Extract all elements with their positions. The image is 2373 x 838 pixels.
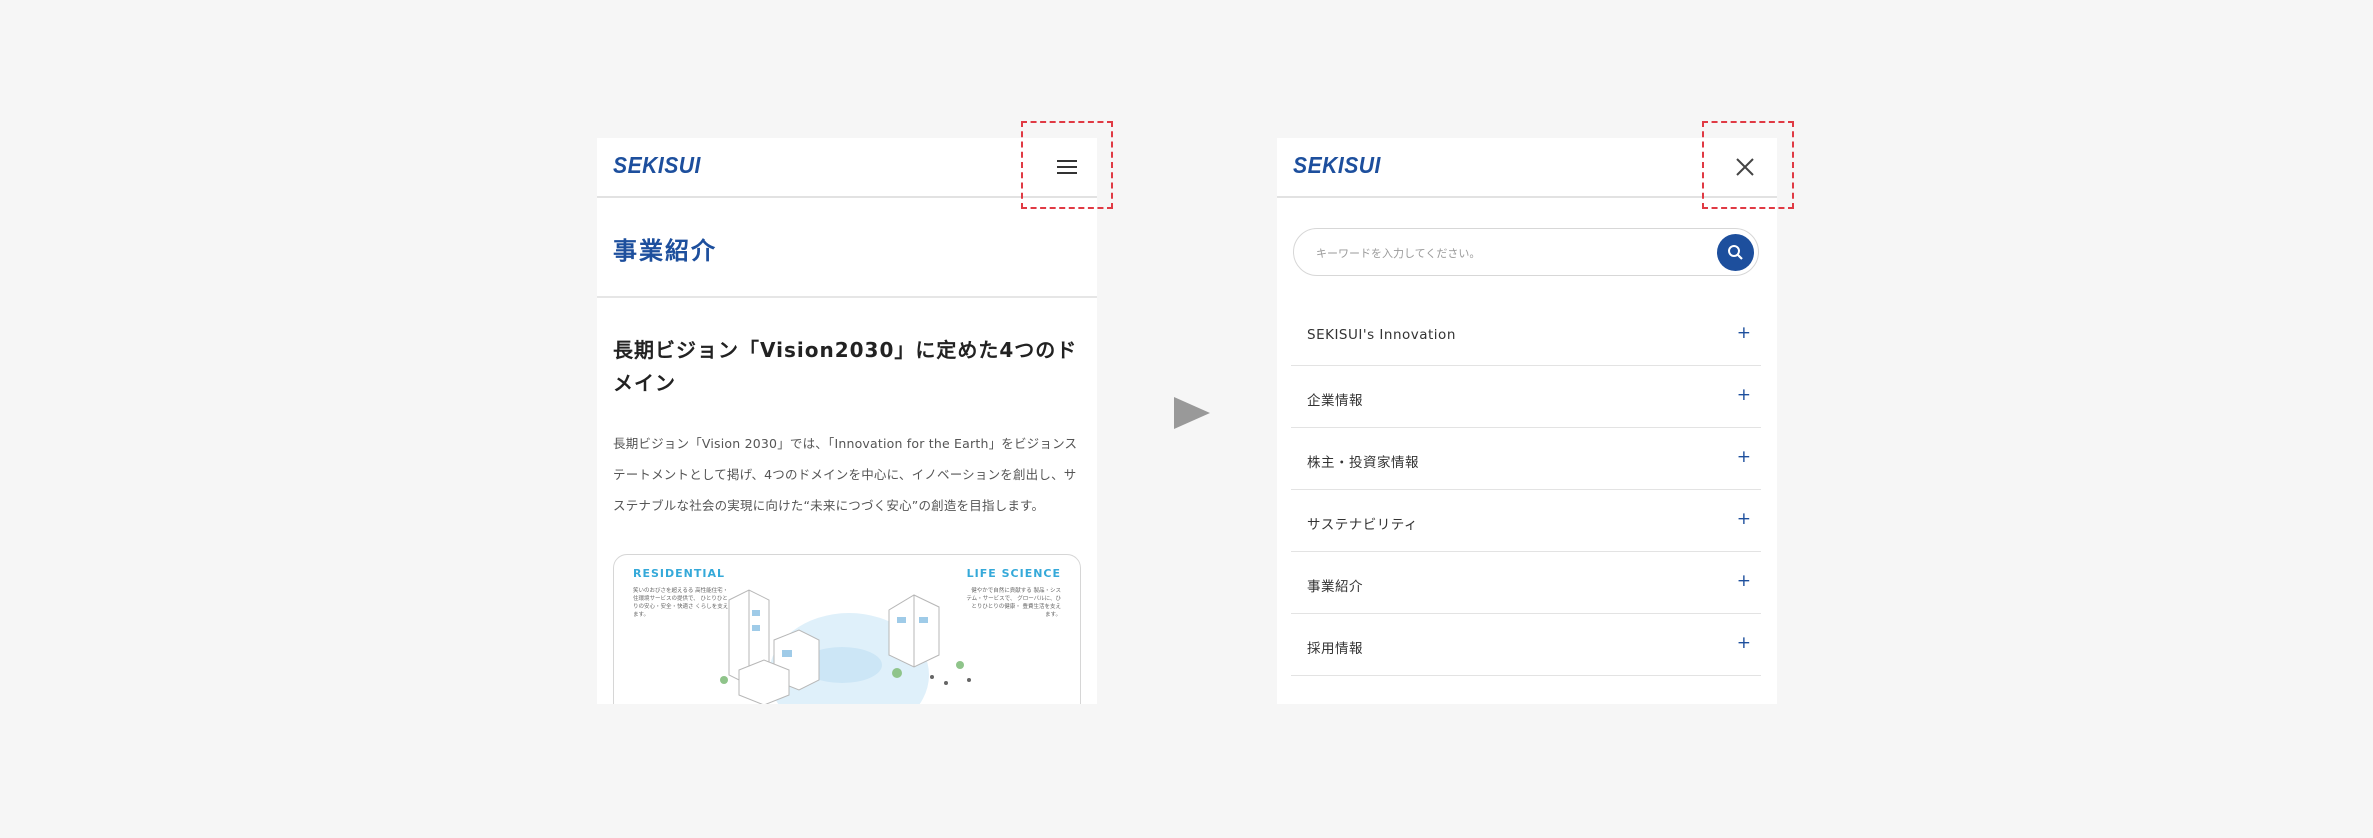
transition-arrow-icon xyxy=(1174,397,1210,429)
menu-button-highlight xyxy=(1021,121,1113,209)
isometric-illustration xyxy=(720,589,971,704)
search-icon xyxy=(1728,245,1743,260)
plus-icon[interactable]: + xyxy=(1737,447,1751,467)
plus-icon[interactable]: + xyxy=(1737,323,1751,343)
plus-icon[interactable]: + xyxy=(1737,633,1751,653)
menu-item-careers[interactable]: 採用情報 + xyxy=(1291,614,1761,676)
page-title: 事業紹介 xyxy=(613,237,717,265)
domain-illustration: RESIDENTIAL LIFE SCIENCE 笑いのおびさを超えるる 高性能… xyxy=(613,554,1081,704)
menu-item-label: サステナビリティ xyxy=(1307,517,1418,533)
sekisui-logo[interactable]: SEKISUI xyxy=(613,152,701,179)
plus-icon[interactable]: + xyxy=(1737,509,1751,529)
search-input[interactable] xyxy=(1314,241,1698,265)
menu-item-label: 企業情報 xyxy=(1307,393,1363,409)
menu-item-label: 採用情報 xyxy=(1307,641,1363,657)
plus-icon[interactable]: + xyxy=(1737,571,1751,591)
menu-item-label: 株主・投資家情報 xyxy=(1307,455,1419,471)
section-heading: 長期ビジョン「Vision2030」に定めた4つのドメイン xyxy=(613,338,1078,395)
menu-item-business[interactable]: 事業紹介 + xyxy=(1291,552,1761,614)
menu-item-company[interactable]: 企業情報 + xyxy=(1291,366,1761,428)
menu-item-label: SEKISUI's Innovation xyxy=(1307,327,1456,343)
menu-item-innovation[interactable]: SEKISUI's Innovation + xyxy=(1291,304,1761,366)
page-title-section: 事業紹介 xyxy=(597,198,1097,298)
menu-item-investors[interactable]: 株主・投資家情報 + xyxy=(1291,428,1761,490)
right-screen-menu-open: SEKISUI SEKISUI's Innovation + 企業情報 + 株主・投… xyxy=(1277,138,1777,704)
search-button[interactable] xyxy=(1717,234,1754,271)
menu-item-label: 事業紹介 xyxy=(1307,579,1363,595)
menu-item-sustainability[interactable]: サステナビリティ + xyxy=(1291,490,1761,552)
close-button-highlight xyxy=(1702,121,1794,209)
body-text: 長期ビジョン「Vision 2030」では、「Innovation for th… xyxy=(613,436,1078,513)
nav-menu: SEKISUI's Innovation + 企業情報 + 株主・投資家情報 + サス… xyxy=(1291,304,1761,676)
plus-icon[interactable]: + xyxy=(1737,385,1751,405)
sekisui-logo[interactable]: SEKISUI xyxy=(1293,152,1381,179)
search-bar xyxy=(1293,228,1759,276)
left-screen: SEKISUI 事業紹介 長期ビジョン「Vision2030」に定めた4つのドメ… xyxy=(597,138,1097,704)
